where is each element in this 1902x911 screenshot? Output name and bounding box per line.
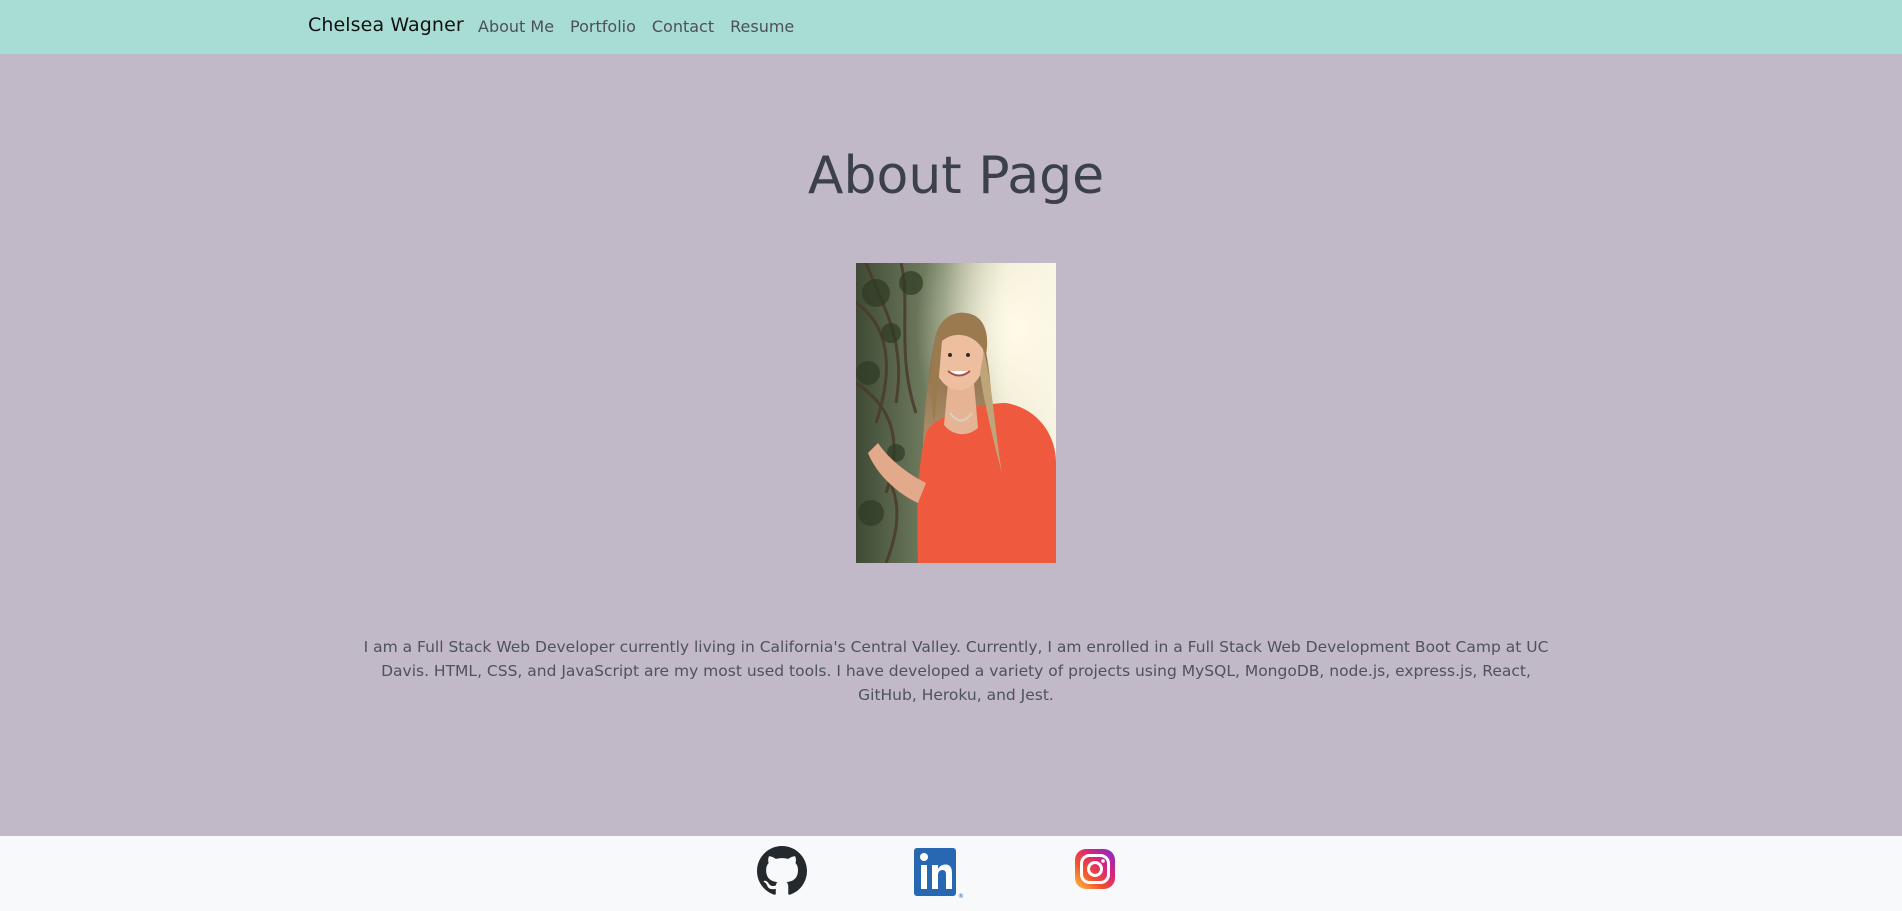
navbar: Chelsea Wagner About Me Portfolio Contac… [0, 0, 1902, 54]
profile-photo [856, 263, 1056, 563]
footer: ® [0, 836, 1902, 911]
github-icon [757, 846, 807, 895]
nav-link-portfolio[interactable]: Portfolio [570, 17, 636, 36]
page-title: About Page [807, 146, 1105, 206]
github-link[interactable] [757, 846, 807, 900]
brand-link[interactable]: Chelsea Wagner [308, 14, 464, 36]
svg-text:®: ® [958, 893, 964, 900]
nav-link-about-me[interactable]: About Me [478, 17, 554, 36]
nav-link-contact[interactable]: Contact [652, 17, 714, 36]
nav-links: About Me Portfolio Contact Resume [478, 17, 810, 36]
nav-link-resume[interactable]: Resume [730, 17, 794, 36]
linkedin-link[interactable]: ® [912, 846, 966, 904]
instagram-icon [1075, 849, 1115, 889]
instagram-link[interactable] [1074, 848, 1116, 894]
linkedin-icon: ® [914, 848, 964, 900]
bio-text: I am a Full Stack Web Developer currentl… [363, 638, 1549, 704]
